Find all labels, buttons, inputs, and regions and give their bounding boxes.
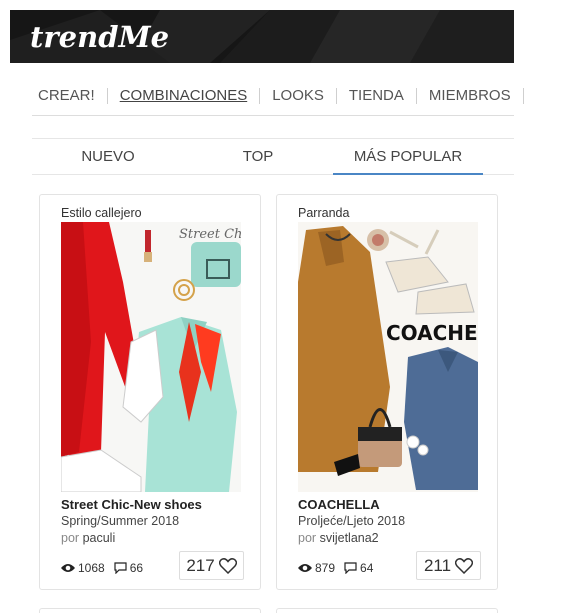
tab-mas-popular[interactable]: MÁS POPULAR: [333, 139, 483, 175]
eye-icon: [298, 563, 312, 573]
eye-icon: [61, 563, 75, 573]
nav-item-miembros[interactable]: MIEMBROS: [417, 87, 524, 104]
tab-top[interactable]: TOP: [222, 139, 294, 175]
card-category[interactable]: Estilo callejero: [61, 206, 142, 220]
outfit-image[interactable]: Street Chic: [61, 222, 241, 492]
card-author: por svijetlana2: [298, 531, 379, 545]
card-stats: 1068 66: [61, 561, 152, 575]
comment-icon[interactable]: [114, 562, 127, 574]
main-navigation: CREAR! COMBINACIONES LOOKS TIENDA MIEMBR…: [32, 76, 524, 116]
nav-item-looks[interactable]: LOOKS: [260, 87, 337, 104]
outfit-image[interactable]: COACHELLA: [298, 222, 478, 492]
author-prefix: por: [61, 531, 80, 545]
card-author: por paculi: [61, 531, 115, 545]
header-banner: trendMe: [10, 10, 514, 63]
like-button[interactable]: 211: [416, 551, 481, 580]
outfit-card[interactable]: Parranda COACHELLA: [276, 194, 498, 590]
author-link[interactable]: paculi: [83, 531, 116, 545]
next-card-edge: [276, 608, 498, 613]
comment-count: 64: [360, 561, 374, 575]
card-title[interactable]: COACHELLA: [298, 497, 380, 512]
author-prefix: por: [298, 531, 317, 545]
card-title[interactable]: Street Chic-New shoes: [61, 497, 202, 512]
like-count: 217: [186, 555, 215, 575]
collage-caption: Street Chic: [179, 227, 241, 242]
card-category[interactable]: Parranda: [298, 206, 349, 220]
sort-tabs: NUEVO TOP MÁS POPULAR: [32, 138, 514, 175]
view-count: 1068: [78, 561, 105, 575]
author-link[interactable]: svijetlana2: [320, 531, 379, 545]
nav-item-combinaciones[interactable]: COMBINACIONES: [108, 87, 261, 104]
collage-caption: COACHELLA: [386, 321, 478, 345]
tab-nuevo[interactable]: NUEVO: [62, 139, 154, 175]
trendme-logo[interactable]: trendMe: [30, 20, 169, 54]
card-subtitle: Spring/Summer 2018: [61, 514, 180, 528]
nav-item-tienda[interactable]: TIENDA: [337, 87, 417, 104]
comment-icon[interactable]: [344, 562, 357, 574]
nav-item-crear[interactable]: CREAR!: [32, 87, 108, 104]
like-button[interactable]: 217: [179, 551, 244, 580]
heart-icon: [218, 557, 237, 574]
next-card-edge: [39, 608, 261, 613]
comment-count: 66: [129, 561, 144, 575]
view-count: 879: [315, 561, 336, 575]
card-subtitle: Proljeće/Ljeto 2018: [298, 514, 406, 528]
heart-icon: [455, 557, 474, 574]
outfit-card[interactable]: Estilo callejero Street Chic: [39, 194, 261, 590]
card-stats: 879 64: [298, 561, 382, 575]
like-count: 211: [423, 555, 452, 575]
